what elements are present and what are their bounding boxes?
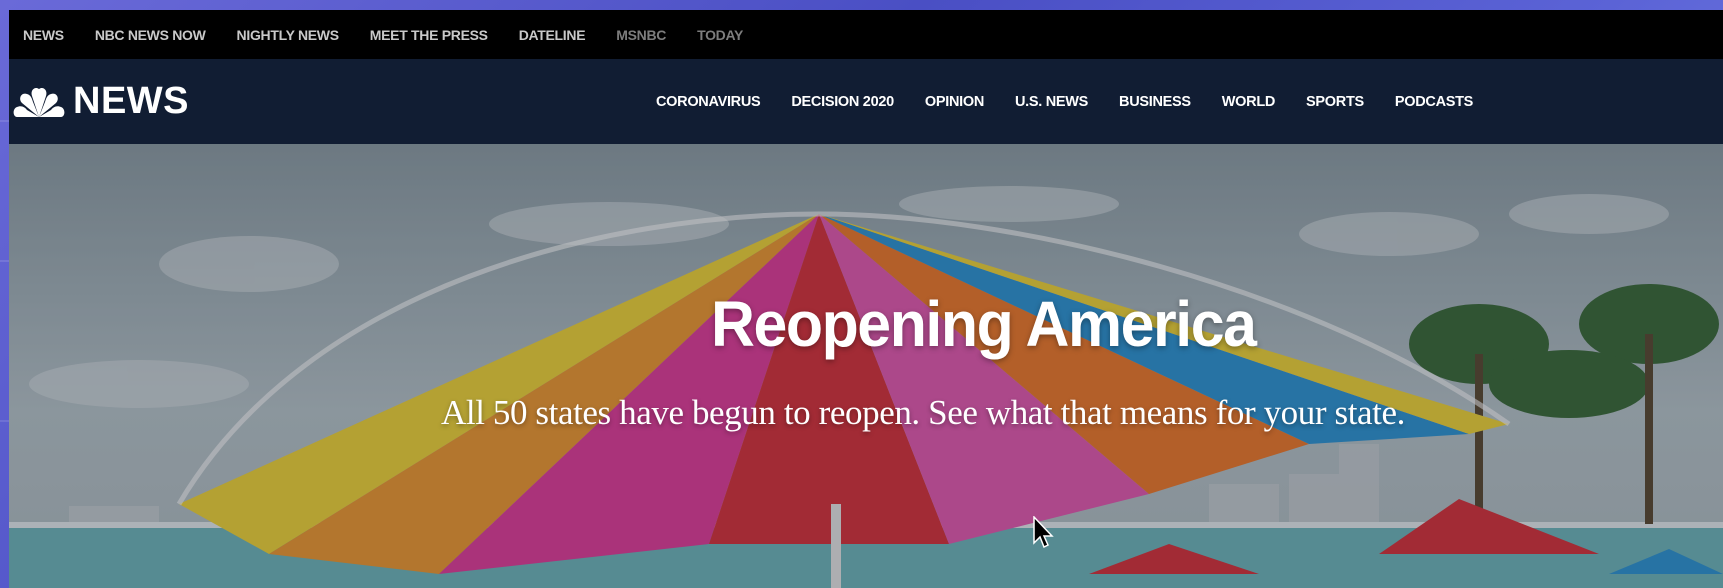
logo-wordmark: NEWS	[73, 80, 189, 122]
network-link-today[interactable]: TODAY	[697, 27, 743, 43]
nav-item-opinion[interactable]: OPINION	[925, 94, 984, 110]
nav-item-sports[interactable]: SPORTS	[1306, 94, 1364, 110]
nav-item-coronavirus[interactable]: CORONAVIRUS	[656, 94, 761, 110]
network-link-nbc-news-now[interactable]: NBC NEWS NOW	[95, 27, 206, 43]
main-navigation: NEWS CORONAVIRUS DECISION 2020 OPINION U…	[9, 59, 1723, 144]
nav-item-us-news[interactable]: U.S. NEWS	[1015, 94, 1088, 110]
network-bar: NEWS NBC NEWS NOW NIGHTLY NEWS MEET THE …	[9, 10, 1723, 59]
nav-item-world[interactable]: WORLD	[1222, 94, 1276, 110]
hero-overlay	[9, 144, 1723, 588]
section-nav: CORONAVIRUS DECISION 2020 OPINION U.S. N…	[656, 59, 1504, 144]
network-link-dateline[interactable]: DATELINE	[519, 27, 586, 43]
nav-item-podcasts[interactable]: PODCASTS	[1395, 94, 1473, 110]
nbc-peacock-icon	[13, 87, 65, 117]
hero-subheadline[interactable]: All 50 states have begun to reopen. See …	[441, 393, 1405, 433]
nav-item-business[interactable]: BUSINESS	[1119, 94, 1191, 110]
network-link-msnbc[interactable]: MSNBC	[616, 27, 666, 43]
browser-viewport: NEWS NBC NEWS NOW NIGHTLY NEWS MEET THE …	[9, 10, 1723, 588]
mouse-cursor-icon	[1033, 516, 1054, 549]
hero-headline[interactable]: Reopening America	[711, 287, 1257, 361]
nbc-news-logo[interactable]: NEWS	[13, 81, 189, 121]
hero-banner[interactable]: Reopening America All 50 states have beg…	[9, 144, 1723, 588]
nav-item-decision-2020[interactable]: DECISION 2020	[791, 94, 894, 110]
network-link-nightly-news[interactable]: NIGHTLY NEWS	[237, 27, 340, 43]
network-link-news[interactable]: NEWS	[23, 27, 64, 43]
network-link-meet-the-press[interactable]: MEET THE PRESS	[370, 27, 488, 43]
